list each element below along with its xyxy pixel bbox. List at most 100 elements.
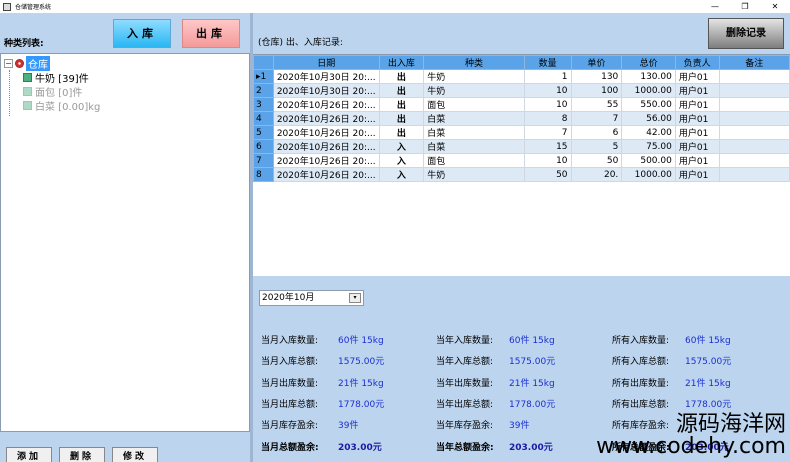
tree-item-bread[interactable]: 面包 [0]件 [1,84,249,99]
table-row[interactable]: 6 2020年10月26日 20:... 入白菜 15 5 75.00 用户01 [253,139,790,154]
date-cell[interactable]: 2020年10月26日 20:... [272,153,380,168]
price-cell[interactable]: 100 [570,83,623,98]
table-row[interactable]: 7 2020年10月26日 20:... 入面包 10 50 500.00 用户01 [253,153,790,168]
note-cell[interactable] [718,83,790,98]
delete-button[interactable]: 删除 [59,447,105,462]
total-cell[interactable]: 500.00 [621,153,676,168]
column-header[interactable]: 日期 [272,55,380,70]
price-cell[interactable]: 20. [570,167,623,182]
io-cell[interactable]: 出 [378,125,425,140]
row-header[interactable]: 2 [253,83,274,98]
io-cell[interactable]: 出 [378,97,425,112]
note-cell[interactable] [718,97,790,112]
person-cell[interactable]: 用户01 [674,83,720,98]
table-row[interactable]: 8 2020年10月26日 20:... 入牛奶 50 20. 1000.00 用户01 [253,167,790,182]
tree-root[interactable]: − 仓库 [1,55,249,71]
row-header[interactable]: 8 [253,167,274,182]
column-header[interactable]: 数量 [523,55,572,70]
column-header[interactable]: 出入库 [378,55,425,70]
io-cell[interactable]: 入 [378,139,425,154]
qty-cell[interactable]: 1 [523,69,572,84]
date-cell[interactable]: 2020年10月26日 20:... [272,111,380,126]
total-cell[interactable]: 56.00 [621,111,676,126]
row-header[interactable]: 3 [253,97,274,112]
io-cell[interactable]: 入 [378,153,425,168]
kind-cell[interactable]: 白菜 [423,111,525,126]
qty-cell[interactable]: 8 [523,111,572,126]
tree-item-milk[interactable]: 牛奶 [39]件 [1,70,249,85]
total-cell[interactable]: 1000.00 [621,167,676,182]
table-row[interactable]: 2 2020年10月30日 20:... 出牛奶 10 100 1000.00 用户01 [253,83,790,98]
date-cell[interactable]: 2020年10月30日 20:... [272,83,380,98]
maximize-button[interactable]: ❐ [730,0,760,13]
collapse-icon[interactable]: − [4,58,13,68]
note-cell[interactable] [718,69,790,84]
price-cell[interactable]: 50 [570,153,623,168]
row-header[interactable]: 5 [253,125,274,140]
io-cell[interactable]: 出 [378,111,425,126]
note-cell[interactable] [718,153,790,168]
qty-cell[interactable]: 15 [523,139,572,154]
calendar-dropdown-icon[interactable]: ▾ [349,293,361,303]
total-cell[interactable]: 75.00 [621,139,676,154]
kind-cell[interactable]: 白菜 [423,125,525,140]
price-cell[interactable]: 130 [570,69,623,84]
kind-cell[interactable]: 牛奶 [423,83,525,98]
total-cell[interactable]: 1000.00 [621,83,676,98]
kind-cell[interactable]: 牛奶 [423,167,525,182]
qty-cell[interactable]: 10 [523,97,572,112]
month-picker[interactable]: 2020年10月 ▾ [259,290,364,306]
column-header[interactable]: 备注 [718,55,790,70]
column-header[interactable]: 总价 [621,55,676,70]
note-cell[interactable] [718,111,790,126]
date-cell[interactable]: 2020年10月26日 20:... [272,97,380,112]
row-header[interactable]: 6 [253,139,274,154]
io-cell[interactable]: 入 [378,167,425,182]
row-header[interactable]: ▸1 [253,69,274,84]
qty-cell[interactable]: 10 [523,83,572,98]
row-header[interactable]: 4 [253,111,274,126]
kind-cell[interactable]: 面包 [423,153,525,168]
row-header[interactable]: 7 [253,153,274,168]
price-cell[interactable]: 7 [570,111,623,126]
price-cell[interactable]: 5 [570,139,623,154]
stock-out-button[interactable]: 出库 [182,19,240,48]
io-cell[interactable]: 出 [378,69,425,84]
table-row[interactable]: 4 2020年10月26日 20:... 出白菜 8 7 56.00 用户01 [253,111,790,126]
records-grid[interactable]: 日期 出入库 种类 数量 单价 总价 负责人 备注 ▸1 2020年10月30日 … [253,54,790,276]
qty-cell[interactable]: 7 [523,125,572,140]
column-header[interactable]: 负责人 [674,55,720,70]
note-cell[interactable] [718,139,790,154]
add-button[interactable]: 添加 [6,447,52,462]
close-button[interactable]: ✕ [760,0,790,13]
qty-cell[interactable]: 50 [523,167,572,182]
person-cell[interactable]: 用户01 [674,139,720,154]
column-header[interactable]: 种类 [423,55,525,70]
kind-cell[interactable]: 牛奶 [423,69,525,84]
date-cell[interactable]: 2020年10月30日 20:... [272,69,380,84]
note-cell[interactable] [718,167,790,182]
table-row[interactable]: ▸1 2020年10月30日 20:... 出牛奶 1 130 130.00 用户01 [253,69,790,84]
person-cell[interactable]: 用户01 [674,97,720,112]
kind-cell[interactable]: 白菜 [423,139,525,154]
person-cell[interactable]: 用户01 [674,167,720,182]
tree-item-cabbage[interactable]: 白菜 [0.00]kg [1,98,249,113]
qty-cell[interactable]: 10 [523,153,572,168]
total-cell[interactable]: 550.00 [621,97,676,112]
note-cell[interactable] [718,125,790,140]
minimize-button[interactable]: — [700,0,730,13]
price-cell[interactable]: 55 [570,97,623,112]
total-cell[interactable]: 130.00 [621,69,676,84]
table-row[interactable]: 3 2020年10月26日 20:... 出面包 10 55 550.00 用户01 [253,97,790,112]
edit-button[interactable]: 修改 [112,447,158,462]
date-cell[interactable]: 2020年10月26日 20:... [272,125,380,140]
date-cell[interactable]: 2020年10月26日 20:... [272,139,380,154]
io-cell[interactable]: 出 [378,83,425,98]
stock-in-button[interactable]: 入库 [113,19,171,48]
category-tree[interactable]: − 仓库 牛奶 [39]件 面包 [0]件 白菜 [0.00]kg [0,53,250,432]
person-cell[interactable]: 用户01 [674,69,720,84]
delete-records-button[interactable]: 删除记录 [708,18,784,49]
total-cell[interactable]: 42.00 [621,125,676,140]
kind-cell[interactable]: 面包 [423,97,525,112]
person-cell[interactable]: 用户01 [674,153,720,168]
